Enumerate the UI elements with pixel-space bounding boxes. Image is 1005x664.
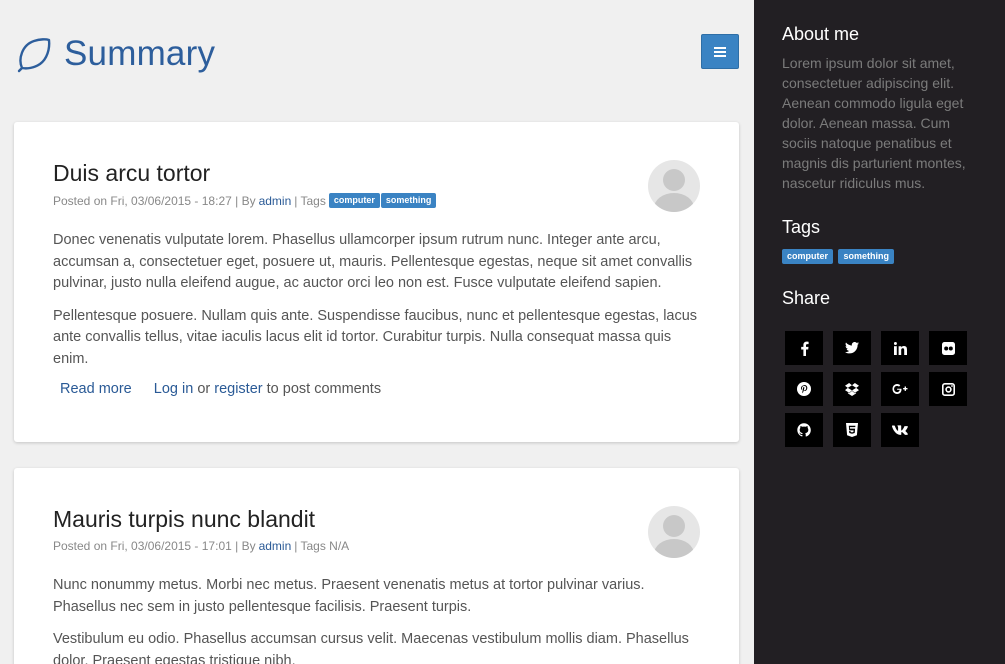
post-card: Mauris turpis nunc blandit Posted on Fri… [14, 468, 739, 664]
tag-something[interactable]: something [838, 249, 894, 264]
about-heading: About me [782, 24, 860, 44]
post-comments-text: to post comments [266, 381, 382, 397]
tag-computer[interactable]: computer [782, 249, 834, 264]
tags-label: | Tags N/A [294, 539, 350, 553]
post-title: Duis arcu tortor [53, 160, 700, 187]
post-title-link[interactable]: Duis arcu tortor [53, 160, 210, 186]
avatar-head [663, 515, 685, 537]
avatar-shoulders [654, 539, 694, 558]
tag-something[interactable]: something [380, 193, 437, 208]
avatar-shoulders [654, 193, 694, 212]
avatar-head [663, 169, 685, 191]
tags-heading: Tags [782, 217, 821, 237]
post-title-link[interactable]: Mauris turpis nunc blandit [53, 506, 315, 532]
post-meta: Posted on Fri, 03/06/2015 - 18:27 | By a… [53, 193, 700, 208]
html5-icon[interactable] [833, 413, 871, 447]
post-links: Read more Log in or register to post com… [53, 381, 700, 397]
sidebar: About me Lorem ipsum dolor sit amet, con… [754, 0, 1005, 664]
share-buttons [782, 331, 977, 447]
post-title: Mauris turpis nunc blandit [53, 506, 700, 533]
hamburger-line [714, 46, 726, 49]
leaf-logo-icon [17, 38, 51, 73]
post-meta: Posted on Fri, 03/06/2015 - 17:01 | By a… [53, 539, 700, 553]
post-paragraph: Donec venenatis vulputate lorem. Phasell… [53, 232, 693, 291]
register-link[interactable]: register [214, 381, 262, 397]
facebook-icon[interactable] [785, 331, 823, 365]
flickr-icon[interactable] [929, 331, 967, 365]
post-card: Duis arcu tortor Posted on Fri, 03/06/20… [14, 122, 739, 442]
login-link[interactable]: Log in [154, 381, 194, 397]
page-title: Summary [64, 34, 216, 73]
vk-icon[interactable] [881, 413, 919, 447]
linkedin-icon[interactable] [881, 331, 919, 365]
post-date: Posted on Fri, 03/06/2015 - 17:01 | By [53, 539, 256, 553]
author-avatar [648, 506, 700, 558]
share-heading: Share [782, 288, 831, 308]
instagram-icon[interactable] [929, 372, 967, 406]
github-icon[interactable] [785, 413, 823, 447]
dropbox-icon[interactable] [833, 372, 871, 406]
menu-toggle-button[interactable] [701, 34, 739, 69]
hamburger-line [714, 54, 726, 57]
main-content: Summary Duis arcu tortor Posted on Fri, … [0, 0, 754, 664]
twitter-icon[interactable] [833, 331, 871, 365]
author-link[interactable]: admin [259, 539, 292, 553]
author-link[interactable]: admin [259, 194, 292, 208]
about-text: Lorem ipsum dolor sit amet, consectetuer… [782, 55, 966, 191]
post-paragraph: Nunc nonummy metus. Morbi nec metus. Pra… [53, 577, 645, 615]
post-date: Posted on Fri, 03/06/2015 - 18:27 | By [53, 193, 256, 208]
sidebar-tags: computer something [782, 246, 977, 264]
tags-label: | Tags [294, 193, 326, 208]
or-text: or [197, 381, 211, 397]
pinterest-icon[interactable] [785, 372, 823, 406]
tag-computer[interactable]: computer [328, 193, 380, 208]
post-paragraph: Pellentesque posuere. Nullam quis ante. … [53, 307, 698, 367]
read-more-link[interactable]: Read more [60, 381, 132, 397]
author-avatar [648, 160, 700, 212]
page-header: Summary [16, 34, 215, 74]
google-plus-icon[interactable] [881, 372, 919, 406]
post-paragraph: Vestibulum eu odio. Phasellus accumsan c… [53, 631, 689, 664]
hamburger-line [714, 50, 726, 53]
